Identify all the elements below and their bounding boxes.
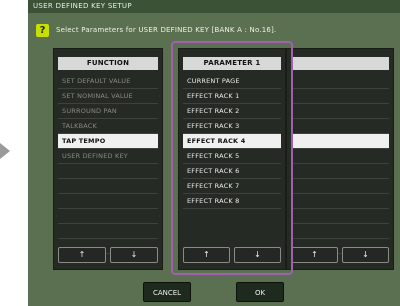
function-header: FUNCTION (58, 57, 158, 70)
parameter2-panel: ↑ ↓ (286, 48, 394, 270)
parameter2-list-item[interactable] (291, 224, 389, 239)
parameter2-list-item[interactable] (291, 194, 389, 209)
function-scroll-down-button[interactable]: ↓ (110, 247, 158, 263)
function-list: SET DEFAULT VALUE SET NOMINAL VALUE SURROU… (58, 74, 158, 254)
function-list-item[interactable] (58, 164, 158, 179)
function-scroll-controls: ↑ ↓ (58, 247, 158, 263)
parameter2-list-item[interactable] (291, 134, 389, 149)
function-list-item[interactable]: TALKBACK (58, 119, 158, 134)
parameter2-list-item[interactable] (291, 179, 389, 194)
function-list-item[interactable]: USER DEFINED KEY (58, 149, 158, 164)
user-defined-key-setup-dialog: USER DEFINED KEY SETUP ? Select Paramete… (28, 0, 400, 306)
function-list-item[interactable] (58, 179, 158, 194)
parameter2-list-item[interactable] (291, 104, 389, 119)
parameter2-list-item[interactable] (291, 209, 389, 224)
function-list-item[interactable] (58, 209, 158, 224)
parameter2-scroll-up-button[interactable]: ↑ (291, 247, 338, 263)
parameter2-scroll-down-button[interactable]: ↓ (342, 247, 389, 263)
parameter1-focus-highlight (171, 41, 293, 275)
function-list-item[interactable]: SURROUND PAN (58, 104, 158, 119)
dialog-title: USER DEFINED KEY SETUP (28, 0, 400, 13)
function-list-item[interactable]: SET NOMINAL VALUE (58, 89, 158, 104)
help-icon[interactable]: ? (36, 24, 49, 37)
parameter2-list-item[interactable] (291, 89, 389, 104)
parameter2-list-item[interactable] (291, 164, 389, 179)
function-list-item[interactable] (58, 194, 158, 209)
ok-button[interactable]: OK (236, 282, 284, 302)
parameter2-list-item[interactable] (291, 74, 389, 89)
cancel-button[interactable]: CANCEL (143, 282, 191, 302)
parameter2-header (291, 57, 389, 70)
function-list-item[interactable]: SET DEFAULT VALUE (58, 74, 158, 89)
instruction-text: Select Parameters for USER DEFINED KEY [… (56, 26, 277, 34)
function-scroll-up-button[interactable]: ↑ (58, 247, 106, 263)
function-list-item[interactable] (58, 224, 158, 239)
function-panel: FUNCTION SET DEFAULT VALUE SET NOMINAL VA… (53, 48, 163, 270)
parameter2-list (291, 74, 389, 254)
parameter2-list-item[interactable] (291, 149, 389, 164)
parameter2-list-item[interactable] (291, 119, 389, 134)
prev-pointer-icon (0, 143, 10, 159)
parameter2-scroll-controls: ↑ ↓ (291, 247, 389, 263)
function-list-item[interactable]: TAP TEMPO (58, 134, 158, 149)
